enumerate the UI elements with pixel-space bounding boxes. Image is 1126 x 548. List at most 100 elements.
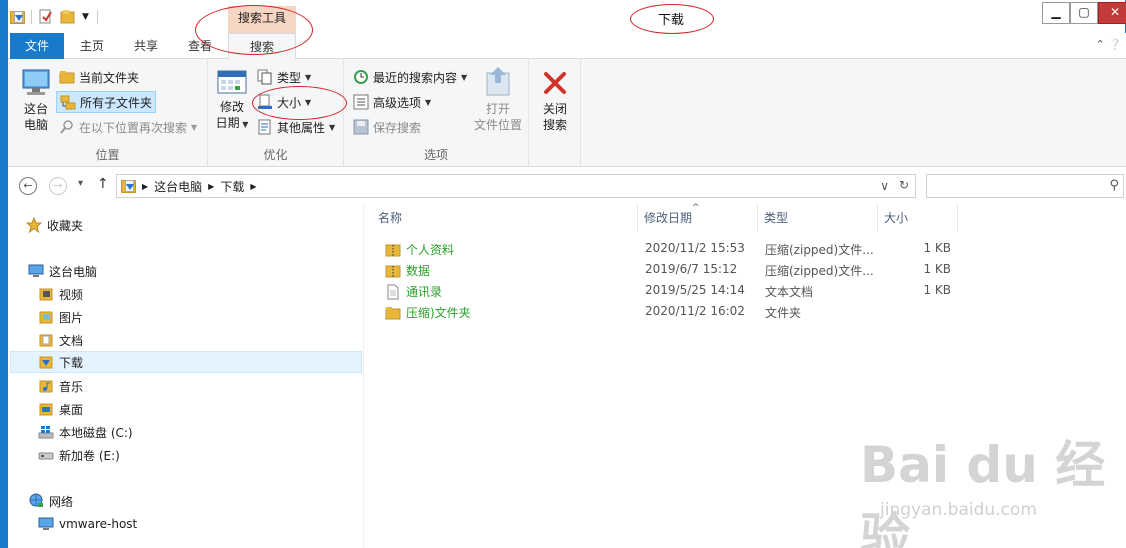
breadcrumb-separator-icon: ▶ (208, 181, 215, 191)
recent-searches-icon (353, 69, 369, 85)
nav-item-label: 音乐 (59, 379, 84, 394)
save-search-button[interactable]: 保存搜索 (350, 116, 424, 138)
refresh-icon[interactable]: ↻ (899, 178, 909, 192)
nav-this-pc-label: 这台电脑 (49, 264, 98, 279)
back-button[interactable]: ← (19, 177, 37, 195)
nav-item-music[interactable]: 音乐 (38, 375, 83, 397)
file-name-cell[interactable]: 个人资料 (385, 241, 454, 258)
minimize-button[interactable]: ▁ (1042, 2, 1070, 24)
nav-item-desktop[interactable]: 桌面 (38, 398, 83, 420)
file-type: 压缩(zipped)文件... (765, 264, 874, 278)
tab-view[interactable]: 查看 (174, 33, 226, 59)
other-properties-button[interactable]: 其他属性 ▼ (254, 116, 338, 138)
file-row[interactable]: 压缩)文件夹 2020/11/2 16:02 文件夹 (366, 301, 966, 322)
ribbon-group-options: 最近的搜索内容 ▼ 高级选项 ▼ 保存搜索 打开 文件位置 选项 (344, 59, 529, 167)
file-name: 压缩)文件夹 (406, 306, 471, 320)
properties-icon[interactable] (38, 9, 54, 25)
search-box[interactable]: ⚲ (926, 174, 1124, 198)
all-subfolders-label: 所有子文件夹 (80, 95, 153, 110)
this-pc-search-button[interactable]: 这台 电脑 (16, 67, 56, 133)
file-row[interactable]: 数据 2019/6/7 15:12 压缩(zipped)文件... 1 KB (366, 259, 966, 280)
recent-searches-label: 最近的搜索内容 (373, 70, 458, 85)
tab-search[interactable]: 搜索 (228, 33, 296, 60)
nav-item-pictures[interactable]: 图片 (38, 306, 83, 328)
file-name-cell[interactable]: 压缩)文件夹 (385, 304, 471, 321)
file-name: 通讯录 (406, 285, 443, 299)
options-group-label: 选项 (423, 148, 448, 162)
customize-qat-dropdown[interactable]: ▼ (82, 12, 89, 22)
sort-indicator-icon: ^ (692, 203, 700, 213)
file-row[interactable]: 个人资料 2020/11/2 15:53 压缩(zipped)文件... 1 K… (366, 238, 966, 259)
address-history-dropdown[interactable]: ∨ (880, 179, 889, 193)
column-header-type[interactable]: 类型 (758, 205, 878, 231)
address-bar[interactable]: ▶ 这台电脑 ▶ 下载 ▶ ∨ ↻ (116, 174, 916, 198)
baidu-watermark-url: jingyan.baidu.com (880, 500, 1037, 520)
nav-item-label: 本地磁盘 (C:) (59, 425, 133, 440)
ribbon-help-icons[interactable]: ⌃ ❔ (1096, 38, 1122, 51)
recent-searches-button[interactable]: 最近的搜索内容 ▼ (350, 66, 470, 88)
downloads-folder-icon (121, 179, 136, 193)
nav-item-local-disk-c[interactable]: 本地磁盘 (C:) (38, 421, 133, 443)
location-group-label: 位置 (95, 148, 120, 162)
breadcrumb-this-pc[interactable]: 这台电脑 (154, 178, 202, 195)
all-subfolders-button[interactable]: 所有子文件夹 (56, 91, 157, 113)
breadcrumb-downloads[interactable]: 下载 (220, 178, 244, 195)
nav-item-new-volume-e[interactable]: 新加卷 (E:) (38, 444, 120, 466)
kind-button[interactable]: 类型 ▼ (254, 66, 314, 88)
close-window-button[interactable]: ✕ (1098, 2, 1126, 24)
nav-item-vmware-host[interactable]: vmware-host (38, 513, 137, 535)
navigation-pane: 收藏夹 这台电脑 视频 图片 文档 下载 音乐 桌面 本地磁盘 (C:) 新加卷… (8, 205, 364, 548)
file-name-cell[interactable]: 数据 (385, 262, 430, 279)
nav-item-videos[interactable]: 视频 (38, 283, 83, 305)
folder-icon (385, 305, 401, 321)
chevron-down-icon: ▼ (239, 120, 249, 129)
column-header-date[interactable]: 修改日期 ^ (638, 203, 758, 231)
nav-item-documents[interactable]: 文档 (38, 329, 83, 351)
current-folder-button[interactable]: 当前文件夹 (56, 66, 142, 88)
this-pc-label-line1: 这台 (23, 102, 48, 116)
kind-icon (257, 69, 273, 85)
calendar-icon (216, 70, 248, 98)
open-file-location-button[interactable]: 打开 文件位置 (470, 65, 526, 133)
subfolders-icon (60, 94, 76, 110)
file-name-cell[interactable]: 通讯录 (385, 283, 442, 300)
nav-item-downloads[interactable]: 下载 (10, 351, 362, 373)
nav-favorites[interactable]: 收藏夹 (25, 214, 83, 236)
forward-button[interactable]: → (49, 177, 67, 195)
tab-share[interactable]: 共享 (120, 33, 172, 59)
search-again-in-button[interactable]: 在以下位置再次搜索 ▼ (56, 116, 200, 138)
tab-file[interactable]: 文件 (10, 33, 64, 59)
date-modified-button[interactable]: 修改 日期 ▼ (212, 67, 252, 133)
file-date: 2020/11/2 16:02 (645, 304, 745, 318)
chevron-down-icon: ▼ (425, 97, 432, 107)
close-search-button[interactable]: 关闭 搜索 (533, 69, 577, 133)
maximize-button[interactable]: ▢ (1070, 2, 1098, 24)
other-properties-label: 其他属性 (277, 120, 326, 135)
file-size: 1 KB (923, 262, 951, 276)
file-row[interactable]: 通讯录 2019/5/25 14:14 文本文档 1 KB (366, 280, 966, 301)
search-icon[interactable]: ⚲ (1109, 178, 1119, 193)
nav-network-label: 网络 (49, 494, 74, 509)
tab-home[interactable]: 主页 (66, 33, 118, 59)
chevron-down-icon: ▼ (191, 122, 198, 132)
recent-locations-dropdown[interactable]: ▾ (78, 178, 83, 189)
close-search-label-line2: 搜索 (542, 118, 567, 132)
drive-icon (38, 447, 54, 463)
advanced-options-button[interactable]: 高级选项 ▼ (350, 91, 434, 113)
address-row: ← → ▾ ↑ ▶ 这台电脑 ▶ 下载 ▶ ∨ ↻ ⚲ (8, 167, 1126, 205)
open-file-location-icon (482, 67, 514, 100)
column-header-size[interactable]: 大小 (878, 205, 958, 231)
nav-network[interactable]: 网络 (28, 490, 73, 512)
size-button[interactable]: 大小 ▼ (254, 91, 314, 113)
column-header-name[interactable]: 名称 (372, 205, 638, 231)
nav-item-label: 下载 (59, 355, 84, 370)
file-date: 2019/5/25 14:14 (645, 283, 745, 297)
downloads-folder-icon[interactable] (10, 10, 25, 24)
file-date: 2020/11/2 15:53 (645, 241, 745, 255)
file-type: 压缩(zipped)文件... (765, 243, 874, 257)
nav-this-pc[interactable]: 这台电脑 (28, 260, 97, 282)
search-input[interactable] (933, 176, 1103, 196)
up-button[interactable]: ↑ (97, 176, 109, 192)
date-modified-label-line2: 日期 (215, 116, 240, 130)
new-folder-icon[interactable] (60, 9, 76, 25)
